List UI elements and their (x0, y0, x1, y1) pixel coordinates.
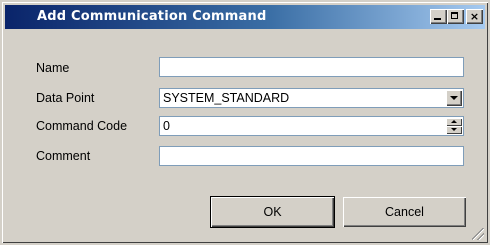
increment-button[interactable] (446, 118, 462, 126)
cancel-button[interactable]: Cancel (343, 197, 466, 227)
ok-button[interactable]: OK (211, 197, 334, 227)
command-code-label: Command Code (36, 119, 128, 133)
title-bar[interactable]: Add Communication Command × (5, 5, 485, 29)
decrement-button[interactable] (446, 126, 462, 134)
spin-up-icon (451, 120, 457, 123)
comment-input[interactable] (159, 146, 464, 166)
data-point-dropdown-button[interactable] (446, 90, 462, 106)
close-button[interactable]: × (466, 9, 483, 24)
minimize-icon (434, 18, 441, 20)
command-code-stepper[interactable]: 0 (159, 116, 464, 136)
name-label: Name (36, 61, 70, 75)
maximize-icon (451, 12, 458, 19)
name-input[interactable] (159, 57, 464, 77)
data-point-label: Data Point (36, 91, 95, 105)
close-icon: × (469, 10, 480, 23)
window-title: Add Communication Command (37, 9, 267, 24)
data-point-select[interactable]: SYSTEM_STANDARD (159, 88, 464, 108)
chevron-down-icon (450, 96, 458, 100)
maximize-button[interactable] (447, 9, 464, 24)
minimize-button[interactable] (430, 9, 447, 24)
command-code-value: 0 (163, 119, 170, 133)
data-point-selected-value: SYSTEM_STANDARD (163, 91, 290, 105)
comment-label: Comment (36, 149, 91, 163)
spin-down-icon (451, 128, 457, 131)
resize-grip-icon[interactable] (472, 228, 484, 240)
dialog-window: Add Communication Command × Name Data Po… (0, 0, 490, 245)
